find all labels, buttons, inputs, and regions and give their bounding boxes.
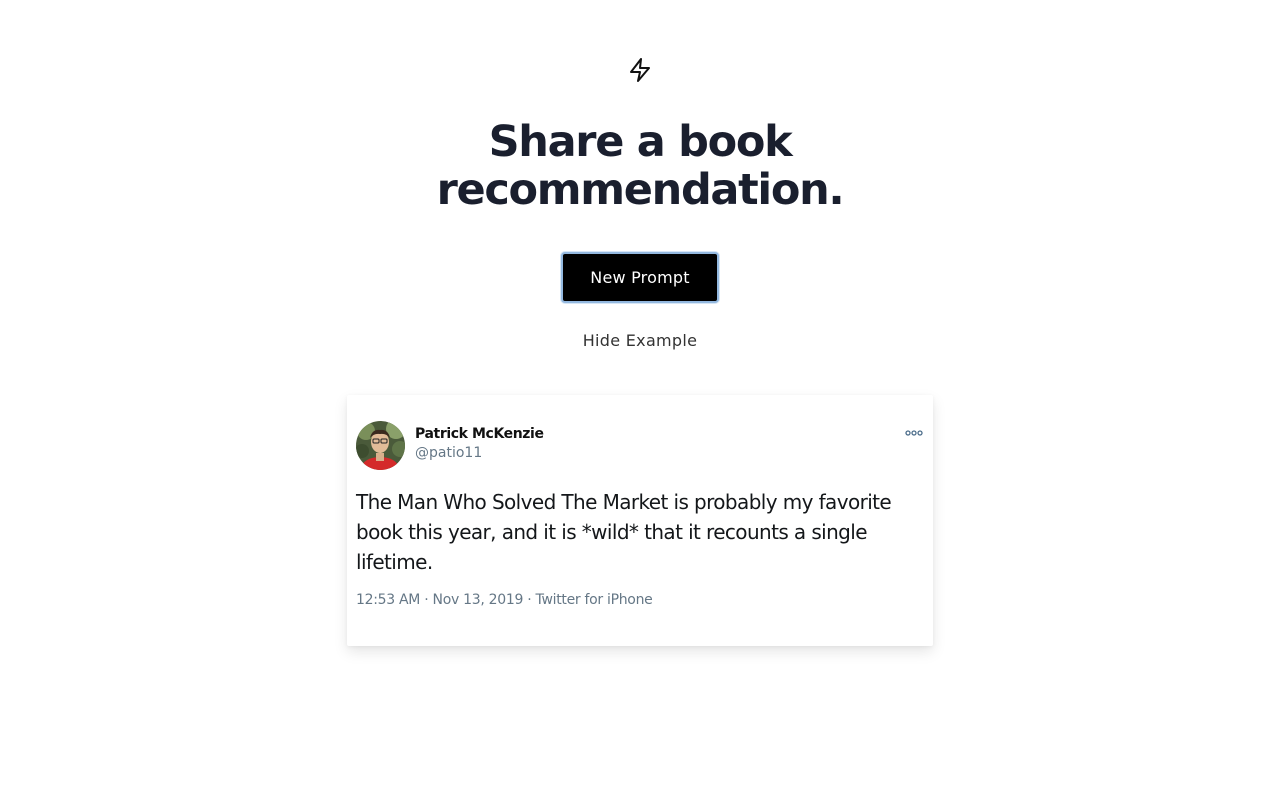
hide-example-link[interactable]: Hide Example xyxy=(540,331,740,350)
tweet-author-name[interactable]: Patrick McKenzie xyxy=(415,426,544,442)
meta-separator: · xyxy=(424,592,433,608)
tweet-text: The Man Who Solved The Market is probabl… xyxy=(356,490,892,574)
example-tweet-card: Patrick McKenzie @patio11 The Man Who So… xyxy=(347,395,933,646)
tweet-source[interactable]: Twitter for iPhone xyxy=(536,592,653,608)
avatar[interactable] xyxy=(356,421,405,470)
tweet-date[interactable]: Nov 13, 2019 xyxy=(433,592,524,608)
avatar-photo xyxy=(356,421,405,470)
tweet-meta: 12:53 AM · Nov 13, 2019 · Twitter for iP… xyxy=(356,592,653,608)
more-options-icon[interactable] xyxy=(905,429,923,437)
tweet-time[interactable]: 12:53 AM xyxy=(356,592,420,608)
page: Share a book recommendation. New Prompt … xyxy=(0,0,1286,794)
new-prompt-button[interactable]: New Prompt xyxy=(561,252,719,303)
page-title-line-1: Share a book xyxy=(488,117,793,167)
page-title: Share a book recommendation. xyxy=(340,118,940,214)
lightning-bolt-icon xyxy=(630,58,650,82)
meta-separator: · xyxy=(527,592,536,608)
page-title-line-2: recommendation. xyxy=(436,165,845,215)
tweet-author-handle[interactable]: @patio11 xyxy=(415,445,482,461)
